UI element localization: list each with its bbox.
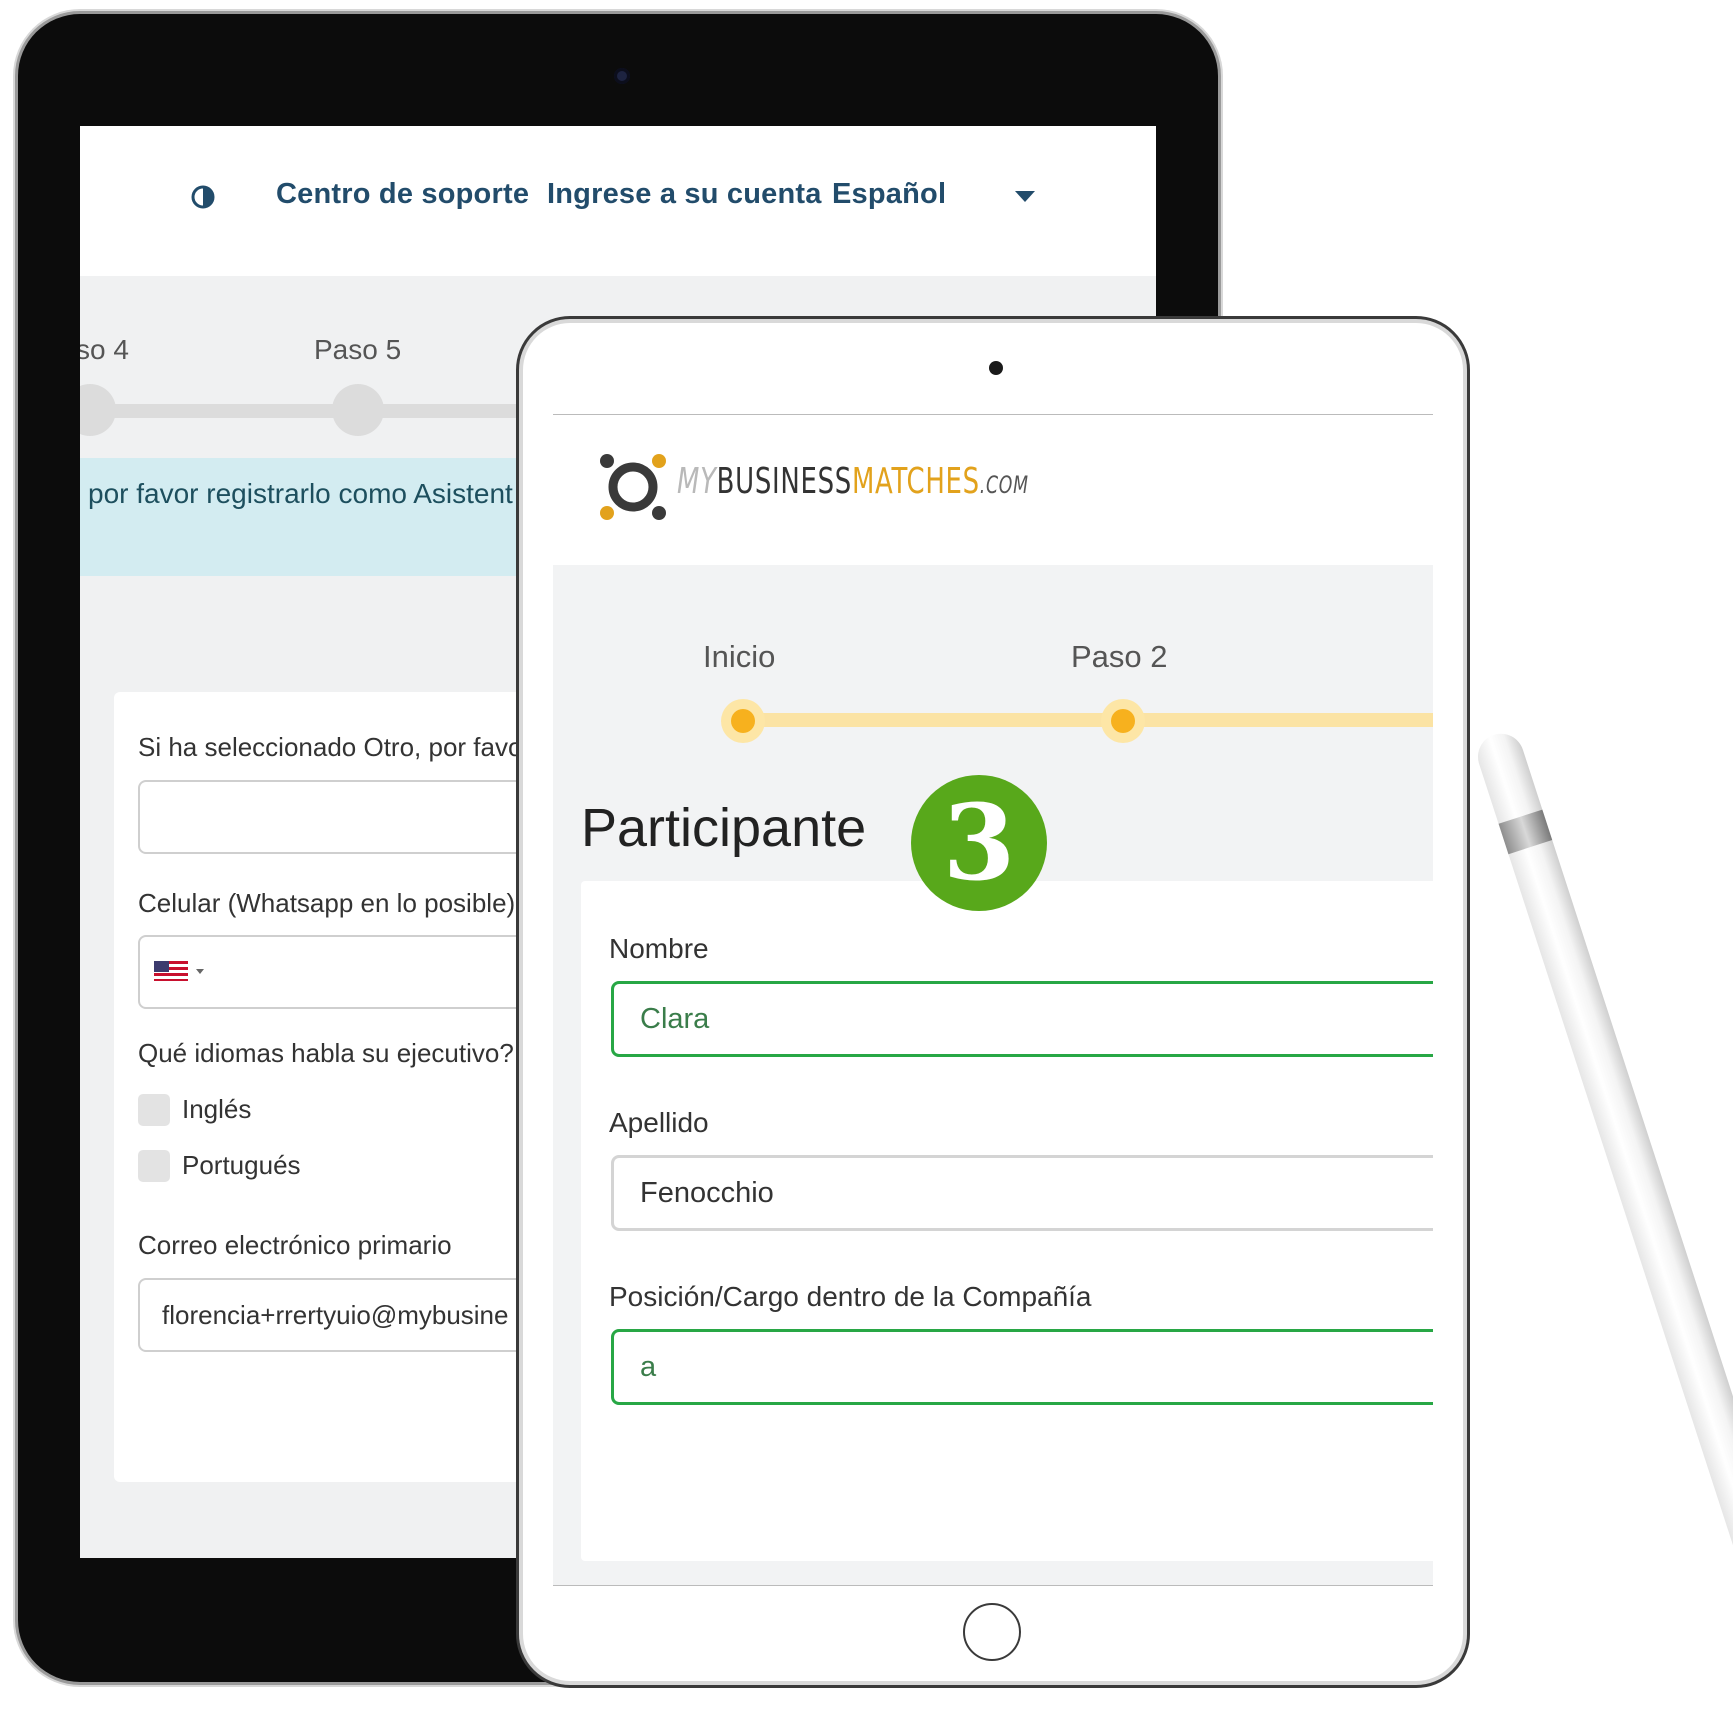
- email-label: Correo electrónico primario: [138, 1230, 452, 1260]
- step-label: Paso 5: [314, 334, 402, 365]
- logo-icon: [600, 454, 666, 520]
- step-dot-active: [721, 699, 765, 743]
- login-link[interactable]: Ingrese a su cuenta: [547, 178, 822, 211]
- brand-logo-text: MYBUSINESSMATCHES.COM: [677, 461, 1029, 502]
- step-label-start: Inicio: [703, 639, 776, 674]
- position-label: Posición/Cargo dentro de la Compañía: [609, 1281, 1092, 1312]
- other-label: Si ha seleccionado Otro, por favo: [138, 732, 523, 762]
- pencil-band: [1498, 809, 1553, 855]
- participant-form-card: Nombre Apellido Posición/Cargo dentro de…: [581, 881, 1433, 1561]
- first-name-label: Nombre: [609, 933, 709, 964]
- phone-label: Celular (Whatsapp en lo posible): [138, 888, 516, 918]
- support-center-link[interactable]: Centro de soporte: [276, 178, 529, 211]
- logo-com: .COM: [979, 471, 1029, 499]
- step-dot-active: [1101, 699, 1145, 743]
- last-name-input[interactable]: [611, 1155, 1433, 1231]
- logo-business: BUSINESS: [716, 461, 852, 502]
- back-camera: [614, 68, 630, 84]
- first-name-input[interactable]: [611, 981, 1433, 1057]
- logo-matches: MATCHES: [851, 461, 980, 502]
- front-tablet-frame: MYBUSINESSMATCHES.COM Inicio Paso 2 Nomb…: [516, 316, 1470, 1688]
- step-label-step2: Paso 2: [1071, 639, 1168, 674]
- home-button[interactable]: [963, 1603, 1021, 1661]
- english-label: Inglés: [182, 1094, 252, 1124]
- english-checkbox[interactable]: [138, 1094, 170, 1126]
- top-navbar: Centro de soporte Ingrese a su cuenta Es…: [80, 126, 1156, 276]
- contrast-toggle-icon[interactable]: [190, 184, 216, 210]
- chevron-down-icon[interactable]: [1015, 191, 1035, 202]
- logo-my: MY: [677, 461, 717, 502]
- stylus-pencil: [1472, 727, 1733, 1712]
- last-name-label: Apellido: [609, 1107, 709, 1138]
- chevron-down-icon[interactable]: [196, 969, 204, 974]
- step-dot: [332, 384, 384, 436]
- position-input[interactable]: [611, 1329, 1433, 1405]
- portuguese-label: Portugués: [182, 1150, 301, 1180]
- languages-label: Qué idiomas habla su ejecutivo?: [138, 1038, 514, 1068]
- alert-text: por favor registrarlo como Asistent: [88, 478, 513, 509]
- language-select[interactable]: Español: [832, 178, 946, 211]
- front-tablet-screen: MYBUSINESSMATCHES.COM Inicio Paso 2 Nomb…: [553, 414, 1433, 1586]
- page-title: Participante: [581, 798, 867, 858]
- email-value: florencia+rrertyuio@mybusine: [162, 1300, 509, 1330]
- us-flag-icon[interactable]: [154, 961, 188, 981]
- front-header: MYBUSINESSMATCHES.COM: [553, 415, 1433, 565]
- portuguese-checkbox[interactable]: [138, 1150, 170, 1182]
- front-camera: [989, 361, 1003, 375]
- step-label: so 4: [80, 334, 129, 365]
- step-dot: [80, 384, 116, 436]
- stepper-track: [743, 713, 1433, 727]
- step-number-badge: 3: [911, 775, 1047, 911]
